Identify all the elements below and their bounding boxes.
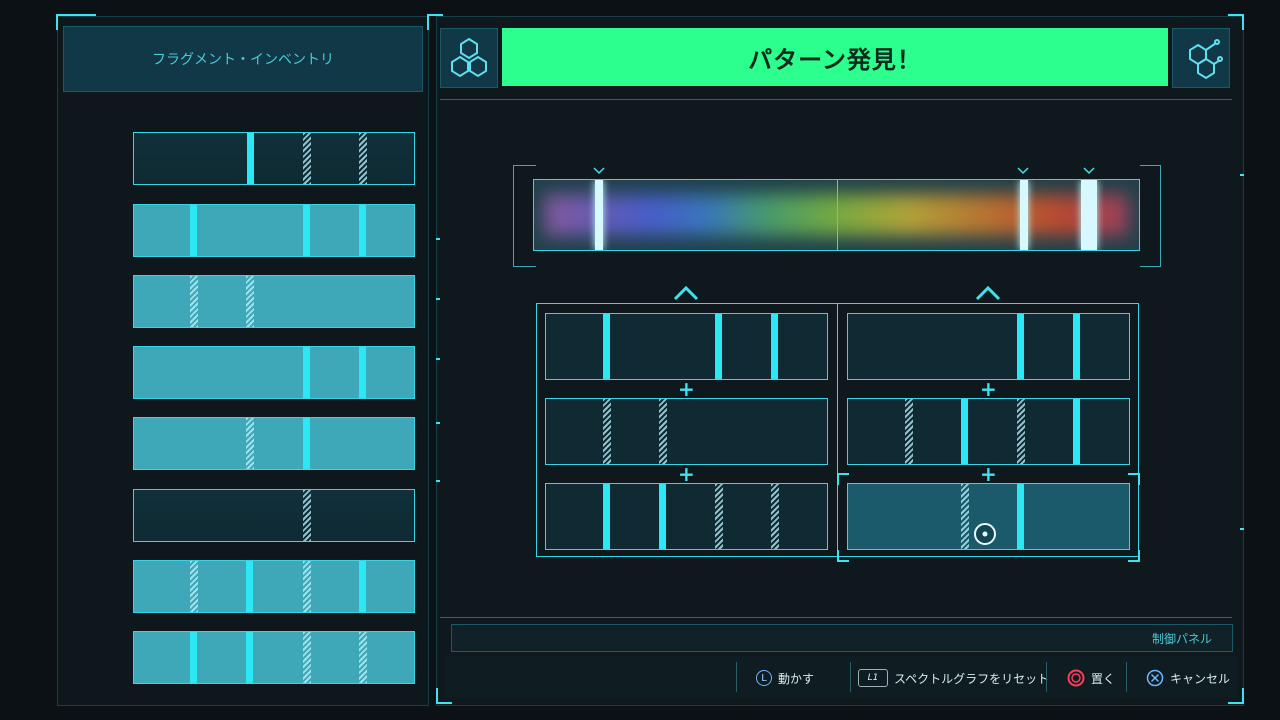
plus-icon: + (678, 462, 695, 486)
fragment-item[interactable] (133, 417, 415, 470)
button-hints (445, 656, 1237, 698)
pattern-slot[interactable] (847, 313, 1130, 380)
chevron-down-icon (1083, 167, 1095, 175)
fragment-item[interactable] (133, 204, 415, 257)
hint-label: 置く (1091, 671, 1116, 686)
frame-corner (1228, 14, 1244, 30)
fragment-item[interactable] (133, 560, 415, 613)
plus-icon: + (980, 462, 997, 486)
hexagon-molecule-icon (440, 28, 498, 88)
control-panel-label: 制御パネル (1151, 631, 1212, 646)
plus-icon: + (980, 377, 997, 401)
frame-accent (56, 14, 96, 16)
selection-corner (837, 550, 849, 562)
pattern-slot[interactable] (545, 313, 828, 380)
fragment-item[interactable] (133, 275, 415, 328)
l1-button-icon: L1 (858, 669, 888, 687)
hint-label: キャンセル (1170, 671, 1231, 686)
left-stick-icon: L (756, 670, 772, 686)
fragment-item[interactable] (133, 132, 415, 185)
plus-icon: + (678, 377, 695, 401)
spectrograph-bracket (1140, 165, 1161, 267)
hint-move[interactable]: L 動かす (756, 660, 814, 696)
cross-button-icon (1146, 669, 1164, 687)
pattern-found-banner: パターン発見！ (502, 28, 1168, 86)
selection-corner (1128, 473, 1140, 485)
selection-corner (1128, 550, 1140, 562)
hint-label: 動かす (778, 671, 815, 686)
hint-label: スペクトルグラフをリセット (894, 671, 1050, 686)
control-panel-bar: 制御パネル (451, 624, 1233, 652)
selection-corner (837, 473, 849, 485)
hexagon-molecule-icon (1172, 28, 1230, 88)
pattern-slot[interactable] (545, 398, 828, 465)
chevron-down-icon (1017, 167, 1029, 175)
caret-up-icon[interactable] (673, 285, 699, 301)
fragment-item[interactable] (133, 489, 415, 542)
circle-button-icon (1067, 669, 1085, 687)
hint-place[interactable]: 置く (1067, 660, 1115, 696)
cursor-icon[interactable] (973, 522, 997, 546)
pattern-slot[interactable] (545, 483, 828, 550)
fragment-item[interactable] (133, 346, 415, 399)
inventory-title: フラグメント・インベントリ (63, 26, 423, 92)
divider (837, 303, 838, 557)
chevron-down-icon (593, 167, 605, 175)
pattern-slot[interactable] (847, 398, 1130, 465)
spectrograph (533, 179, 1140, 251)
caret-up-icon[interactable] (975, 285, 1001, 301)
hint-cancel[interactable]: キャンセル (1146, 660, 1230, 696)
hint-reset-spectrograph[interactable]: L1 スペクトルグラフをリセット (858, 660, 1049, 696)
fragment-item[interactable] (133, 631, 415, 684)
divider (440, 99, 1232, 100)
divider (440, 617, 1232, 618)
